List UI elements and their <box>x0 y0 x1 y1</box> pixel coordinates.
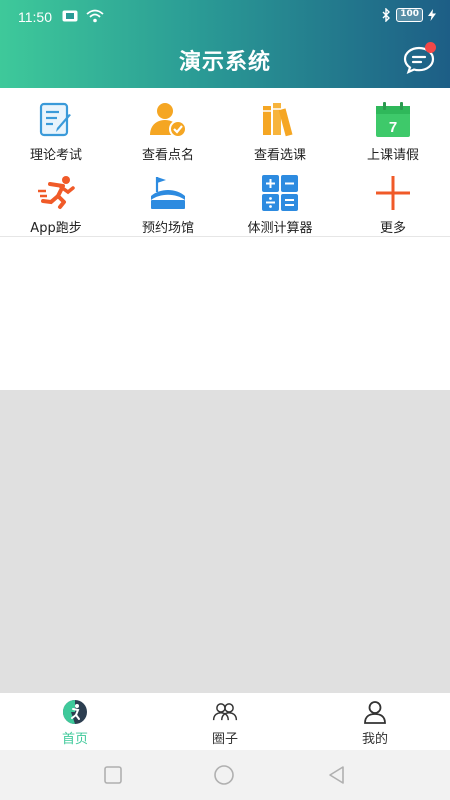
grid-item-label: 查看选课 <box>253 148 306 163</box>
page-title: 演示系统 <box>178 50 271 75</box>
bluetooth-icon <box>382 8 391 22</box>
battery-indicator: 100 <box>396 8 423 22</box>
grid-item-theory-exam[interactable]: 理论考试 <box>0 92 112 164</box>
stadium-icon <box>148 173 188 213</box>
status-bar: 11:50 100 <box>0 0 450 32</box>
grid-item-label: 预约场馆 <box>141 221 194 236</box>
grid-item-more[interactable]: 更多 <box>337 165 449 237</box>
notification-icon <box>62 10 78 22</box>
exam-document-icon <box>36 100 76 140</box>
grid-item-label: App跑步 <box>30 221 82 236</box>
group-users-icon <box>212 699 238 725</box>
charging-icon <box>428 9 436 21</box>
grid-item-leave-request[interactable]: 7 上课请假 <box>337 92 449 164</box>
grid-item-course-selection[interactable]: 查看选课 <box>224 92 336 164</box>
system-nav-bar <box>0 750 450 800</box>
grid-item-label: 上课请假 <box>366 148 419 163</box>
status-right: 100 <box>381 8 436 22</box>
calendar-day: 7 <box>389 119 397 136</box>
tab-label: 首页 <box>61 732 88 747</box>
grid-item-label: 查看点名 <box>141 148 194 163</box>
grid-item-book-venue[interactable]: 预约场馆 <box>112 165 224 237</box>
running-icon <box>36 173 76 213</box>
wifi-icon <box>86 9 104 23</box>
grid-item-label: 体测计算器 <box>247 221 313 236</box>
home-runner-icon <box>62 699 88 725</box>
status-left-icons <box>62 9 104 23</box>
user-profile-icon <box>362 699 388 725</box>
grid-item-label: 理论考试 <box>29 148 82 163</box>
tab-mine[interactable]: 我的 <box>300 693 450 751</box>
home-button-icon[interactable] <box>213 764 235 786</box>
calculator-icon <box>260 173 300 213</box>
grid-item-roll-call[interactable]: 查看点名 <box>112 92 224 164</box>
grid-item-label: 更多 <box>379 221 406 236</box>
content-area <box>0 238 450 390</box>
grid-item-fitness-calculator[interactable]: 体测计算器 <box>224 165 336 237</box>
app-header: 演示系统 <box>0 32 450 88</box>
tab-home[interactable]: 首页 <box>0 693 150 751</box>
tab-circle[interactable]: 圈子 <box>150 693 300 751</box>
bottom-tab-bar: 首页 圈子 我的 <box>0 692 450 750</box>
tab-label: 圈子 <box>211 732 238 747</box>
calendar-icon: 7 <box>373 100 413 140</box>
roll-call-user-icon <box>148 100 188 140</box>
recent-apps-icon[interactable] <box>102 764 124 786</box>
unread-badge <box>425 42 436 53</box>
empty-content-area <box>0 390 450 692</box>
message-button[interactable] <box>402 42 436 76</box>
grid-item-app-running[interactable]: App跑步 <box>0 165 112 237</box>
status-time: 11:50 <box>18 9 52 25</box>
function-grid: 理论考试 查看点名 查看选课 7 上课请假 App跑步 预约场馆 体测计算器 更… <box>0 88 450 237</box>
plus-icon <box>373 173 413 213</box>
tab-label: 我的 <box>361 732 388 747</box>
back-icon[interactable] <box>326 764 348 786</box>
books-icon <box>260 100 300 140</box>
